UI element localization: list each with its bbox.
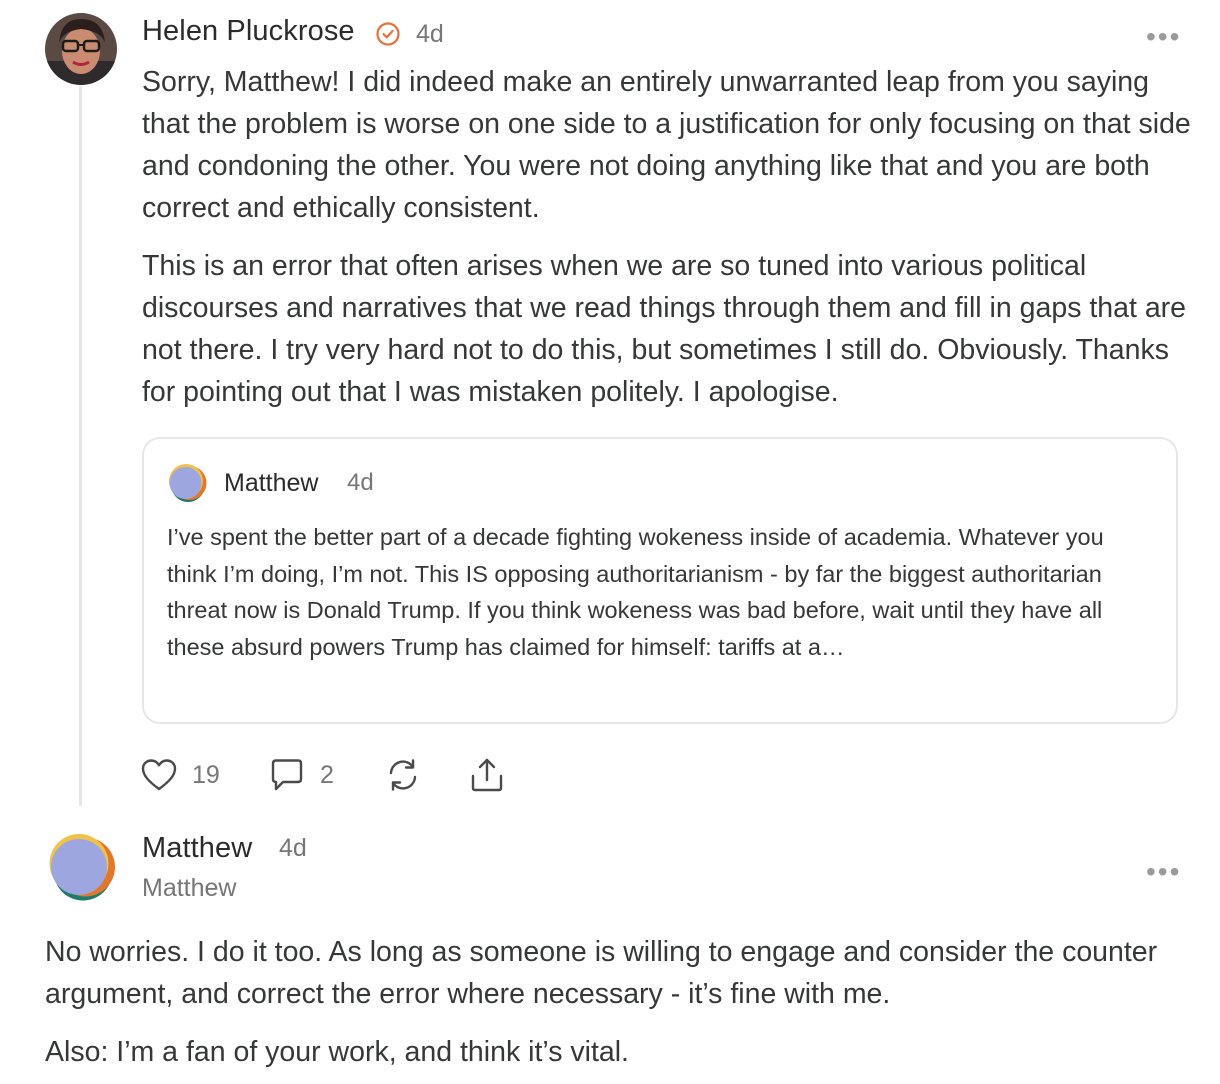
heart-icon[interactable] [140, 757, 178, 793]
comment-bubble-icon[interactable] [268, 757, 306, 793]
comment-paragraph: Also: I’m a fan of your work, and think … [45, 1036, 629, 1068]
quoted-comment-text: I’ve spent the better part of a decade f… [167, 524, 1104, 660]
comment-timestamp[interactable]: 4d [279, 834, 307, 863]
restack-icon[interactable] [384, 756, 422, 794]
helen-avatar-image [45, 13, 117, 85]
reply-count[interactable]: 2 [320, 761, 334, 790]
more-options-icon[interactable]: ••• [1146, 23, 1181, 51]
quoted-author-name[interactable]: Matthew [224, 469, 318, 498]
avatar-helen[interactable] [45, 13, 117, 85]
comment-paragraph: Sorry, Matthew! I did indeed make an ent… [142, 66, 1191, 224]
comment-paragraph: This is an error that often arises when … [142, 250, 1187, 408]
avatar-matthew[interactable] [45, 831, 117, 903]
comment-paragraph: No worries. I do it too. As long as some… [45, 936, 1158, 1010]
avatar-matthew-small [166, 462, 208, 504]
verified-check-icon [375, 21, 401, 47]
matthew-avatar-image [166, 462, 208, 504]
quoted-timestamp: 4d [347, 469, 374, 496]
comment-timestamp[interactable]: 4d [416, 20, 444, 49]
comment-author-name[interactable]: Matthew [142, 832, 252, 865]
more-options-icon[interactable]: ••• [1146, 858, 1181, 886]
thread-line [79, 86, 82, 806]
share-icon[interactable] [469, 756, 505, 794]
matthew-avatar-image-large [45, 831, 117, 903]
comment-body: No worries. I do it too. As long as some… [45, 931, 1185, 1073]
like-count[interactable]: 19 [192, 761, 220, 790]
comment-author-name[interactable]: Helen Pluckrose [142, 15, 355, 48]
comment-body: Sorry, Matthew! I did indeed make an ent… [142, 61, 1192, 413]
author-handle[interactable]: Matthew [142, 874, 236, 903]
